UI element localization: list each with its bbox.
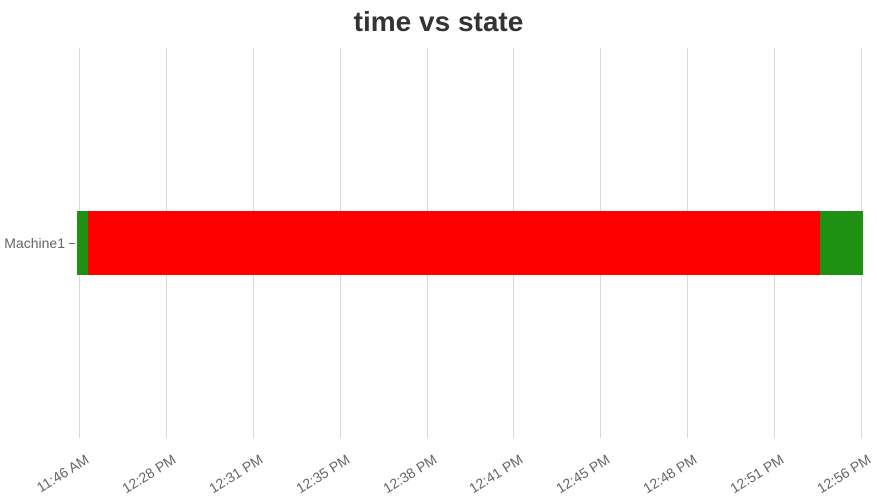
x-axis-label: 12:45 PM [545, 451, 613, 502]
timeline-segment-green [820, 211, 863, 275]
x-axis-label: 12:41 PM [458, 451, 526, 502]
chart-title: time vs state [0, 0, 877, 44]
timeline-track [75, 211, 865, 275]
x-axis-label: 12:28 PM [110, 451, 178, 502]
x-axis-label: 12:38 PM [371, 451, 439, 502]
x-axis-label: 12:56 PM [806, 451, 874, 502]
x-axis-label: 12:51 PM [719, 451, 787, 502]
timeline-segment-green [77, 211, 87, 275]
x-axis-label: 12:31 PM [197, 451, 265, 502]
x-axis-labels: 11:46 AM12:28 PM12:31 PM12:35 PM12:38 PM… [75, 445, 865, 500]
y-axis-label: Machine1 [0, 235, 65, 251]
x-axis-label: 12:35 PM [284, 451, 352, 502]
x-axis-label: 12:48 PM [632, 451, 700, 502]
plot-area: Machine1 [75, 48, 865, 438]
timeline-segment-red [88, 211, 820, 275]
x-axis-label: 11:46 AM [24, 451, 92, 502]
